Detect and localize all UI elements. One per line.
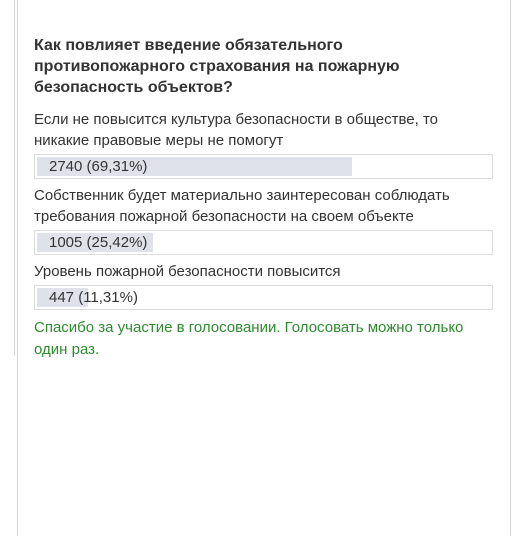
poll-option-label: Собственник будет материально заинтересо… <box>34 187 450 225</box>
result-bar-container: 2740 (69,31%) <box>34 154 493 179</box>
result-bar-container: 1005 (25,42%) <box>34 230 493 255</box>
poll-option-label: Если не повысится культура безопасности … <box>34 111 439 149</box>
poll-option-label: Уровень пожарной безопасности повысится <box>34 263 341 280</box>
poll-option-1: Если не повысится культура безопасности … <box>34 109 496 179</box>
poll-option-2: Собственник будет материально заинтересо… <box>34 185 496 255</box>
thanks-message: Спасибо за участие в голосовании. Голосо… <box>34 319 464 358</box>
poll-option-3: Уровень пожарной безопасности повысится … <box>34 261 496 310</box>
poll-widget: Как повлияет введение обязательного прот… <box>34 35 496 361</box>
left-divider <box>14 0 15 355</box>
result-value: 2740 (69,31%) <box>49 158 148 175</box>
result-bar-container: 447 (11,31%) <box>34 285 493 310</box>
poll-question: Как повлияет введение обязательного прот… <box>34 37 400 96</box>
result-value: 1005 (25,42%) <box>49 234 148 251</box>
result-value: 447 (11,31%) <box>49 289 138 306</box>
